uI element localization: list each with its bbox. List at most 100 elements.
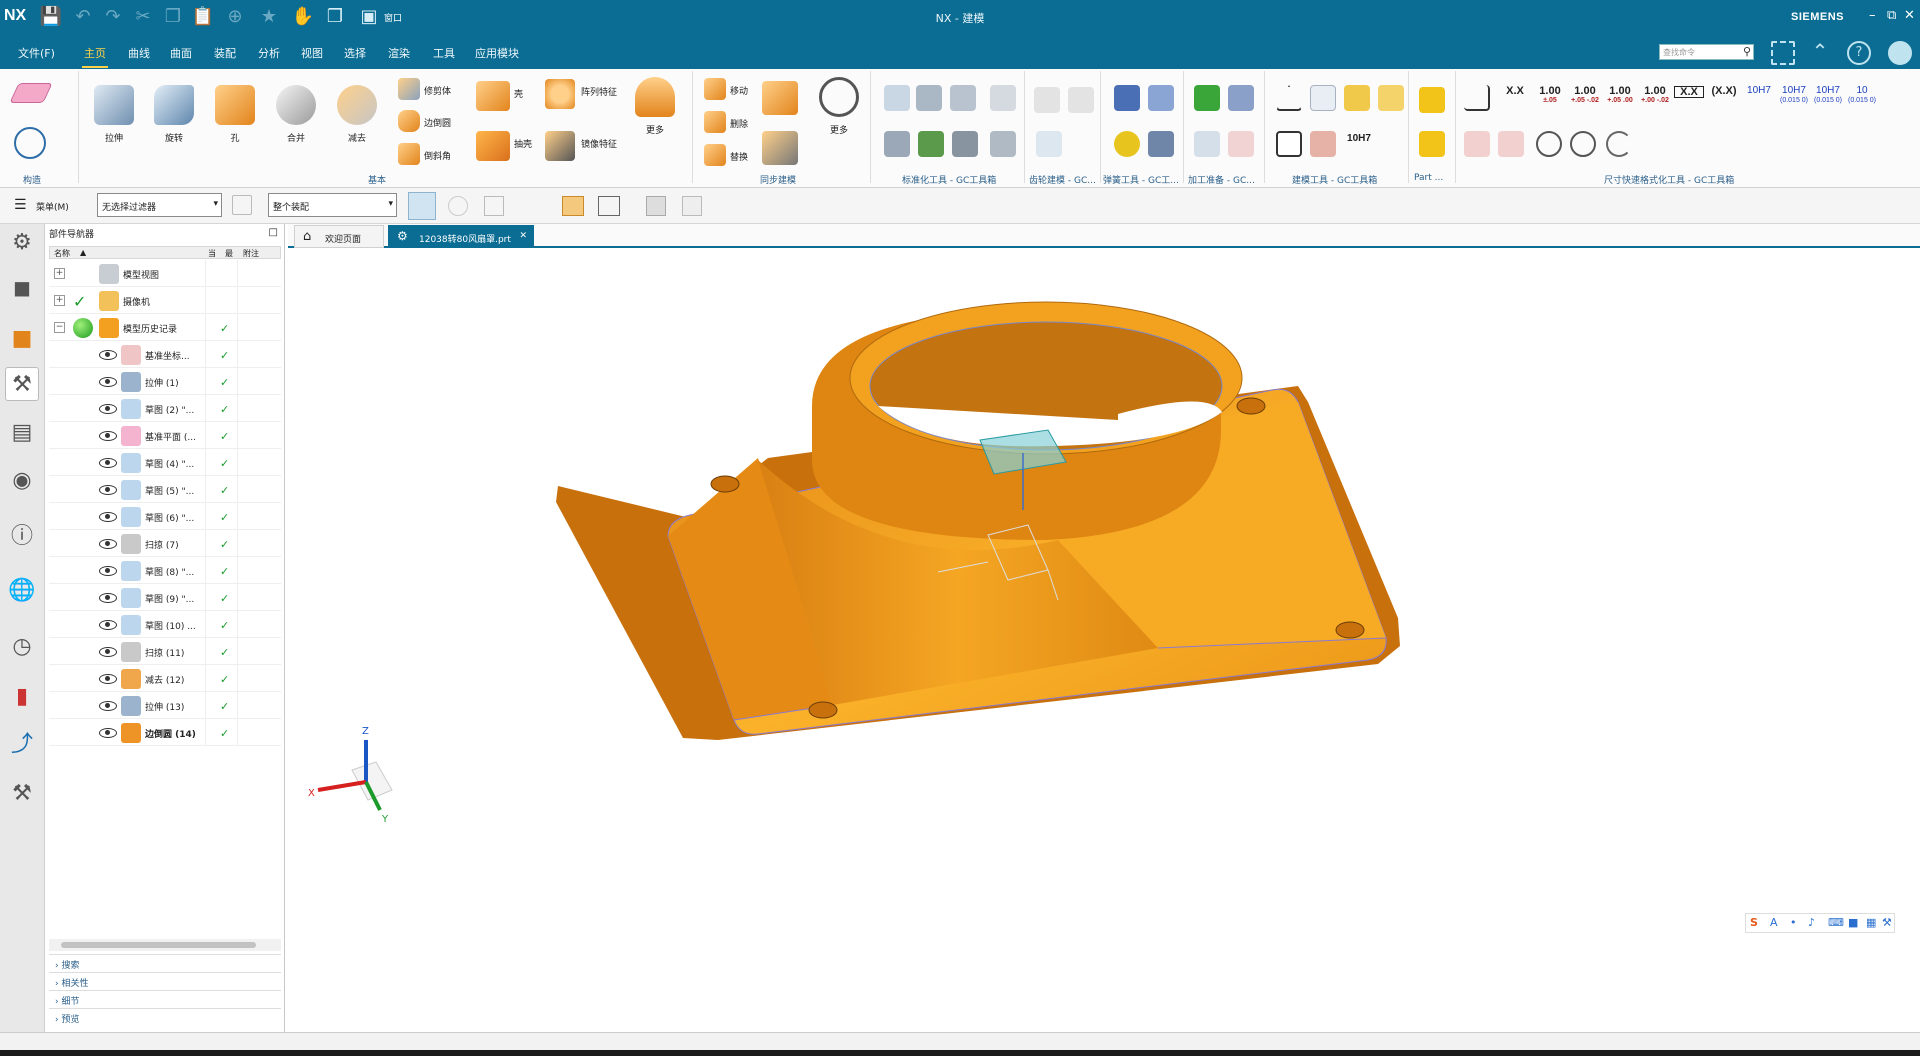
ime-tools-icon[interactable]: ⚒ [1882, 916, 1892, 929]
table-icon[interactable] [1310, 85, 1336, 111]
tree-row-subtract[interactable]: ✓ 减去 (12) [49, 665, 281, 692]
fullscreen-icon[interactable] [1771, 41, 1795, 65]
ime-punct-icon[interactable]: • [1790, 916, 1797, 929]
visibility-eye-icon[interactable] [99, 539, 117, 549]
visibility-eye-icon[interactable] [99, 593, 117, 603]
visibility-eye-icon[interactable] [99, 431, 117, 441]
basic-more-button[interactable]: 更多 [632, 77, 678, 137]
menu-home[interactable]: 主页 [82, 45, 108, 68]
section-search[interactable]: › 搜索 [49, 954, 281, 971]
help-icon[interactable]: ? [1847, 41, 1871, 65]
dimension-arrow-icon[interactable] [1310, 131, 1336, 157]
std-tool-icon-3[interactable] [950, 85, 976, 111]
settings-gear-icon[interactable]: ⚙ [5, 226, 39, 260]
visibility-eye-icon[interactable] [99, 647, 117, 657]
snap-point-icon[interactable] [598, 196, 620, 216]
scroll-thumb[interactable] [61, 942, 256, 948]
reset-icon[interactable] [1606, 131, 1632, 157]
tree-row-sketch[interactable]: ✓ 草图 (6) "... [49, 503, 281, 530]
dim-format-2[interactable]: 1.00 +.05 -.02 [1569, 86, 1601, 106]
dim-format-0[interactable]: X.X [1500, 86, 1530, 97]
select-feature-icon[interactable] [448, 196, 468, 216]
part-icon-2[interactable] [1419, 131, 1445, 157]
dim-format-4[interactable]: 1.00 +.00 -.02 [1639, 86, 1671, 106]
tools-icon[interactable]: ⚒ [5, 777, 39, 811]
menu-file[interactable]: 文件(F) [18, 45, 55, 61]
layers-icon[interactable] [916, 85, 942, 111]
offset-region-icon[interactable] [762, 81, 798, 115]
tab-part-file[interactable]: ⚙ 12038转80风扇罩.prt ✕ [388, 225, 534, 248]
tree-row-history[interactable]: − ✓ 模型历史记录 [49, 314, 281, 341]
tree-row-sketch[interactable]: ✓ 草图 (8) "... [49, 557, 281, 584]
navigator-hscrollbar[interactable] [49, 939, 281, 951]
collapse-ribbon-icon[interactable]: ⌃ [1808, 41, 1832, 65]
datum-plane-icon[interactable] [9, 83, 53, 103]
ordinate-dim-icon[interactable] [1464, 85, 1490, 111]
ime-grid-icon[interactable]: ▦ [1866, 916, 1876, 929]
menu-curve[interactable]: 曲线 [128, 45, 150, 61]
col-name[interactable]: 名称 [54, 248, 70, 259]
menu-surface[interactable]: 曲面 [170, 45, 192, 61]
selection-filter-dropdown[interactable]: 无选择过滤器 [97, 193, 222, 217]
visibility-eye-icon[interactable] [99, 377, 117, 387]
grid-table-icon[interactable] [1194, 131, 1220, 157]
revolve-button[interactable]: 旋转 [151, 85, 197, 145]
assembly-navigator-icon[interactable]: ◼ [5, 272, 39, 306]
tag-icon[interactable] [990, 85, 1016, 111]
menu-tools[interactable]: 工具 [433, 45, 455, 61]
col-current[interactable]: 当 [208, 248, 216, 259]
dim-red-icon-2[interactable] [1498, 131, 1524, 157]
settings-modeling-icon[interactable] [1378, 85, 1404, 111]
history-clock-icon[interactable]: ◷ [5, 630, 39, 664]
tree-row-sketch[interactable]: ✓ 草图 (5) "... [49, 476, 281, 503]
gear-curve-icon[interactable] [1034, 87, 1060, 113]
ime-toolbar[interactable]: S A • ♪ ⌨ ■ ▦ ⚒ [1745, 913, 1895, 933]
panel-maximize-icon[interactable]: □ [269, 227, 278, 238]
wireframe-icon[interactable] [682, 196, 702, 216]
ime-keyboard-icon[interactable]: ⌨ [1828, 916, 1844, 929]
selection-scope-dropdown[interactable]: 整个装配 [268, 193, 397, 217]
std-tool-icon-1[interactable] [884, 85, 910, 111]
visibility-eye-icon[interactable] [99, 701, 117, 711]
sync-more-button[interactable]: 更多 [816, 77, 862, 137]
dim-format-10[interactable]: 10 (0.015 0) [1844, 86, 1880, 106]
part-icon[interactable] [1419, 87, 1445, 113]
view-cube-icon[interactable] [646, 196, 666, 216]
ime-skin-icon[interactable]: ■ [1848, 916, 1858, 929]
visibility-eye-icon[interactable] [99, 566, 117, 576]
tree-row-sketch[interactable]: ✓ 草图 (9) "... [49, 584, 281, 611]
info-icon[interactable]: ⓘ [5, 520, 39, 554]
tree-row-datum-plane[interactable]: ✓ 基准平面 (... [49, 422, 281, 449]
ime-logo-icon[interactable]: S [1750, 916, 1758, 929]
close-icon[interactable]: ✕ [1904, 8, 1915, 23]
gear-tool-label[interactable]: 10H7 [1342, 134, 1376, 144]
section-preview[interactable]: › 预览 [49, 1008, 281, 1025]
dim-format-5[interactable]: X.X [1674, 86, 1704, 98]
tab-welcome[interactable]: ⌂ 欢迎页面 [294, 225, 384, 248]
filter-funnel-icon[interactable] [232, 195, 252, 215]
diameter-icon-2[interactable] [1570, 131, 1596, 157]
hd3d-tools-icon[interactable]: ◉ [5, 464, 39, 498]
ime-mic-icon[interactable]: ♪ [1808, 916, 1815, 929]
dim-format-9[interactable]: 10H7 (0.015 0) [1810, 86, 1846, 106]
tree-row-extrude[interactable]: ✓ 拉伸 (1) [49, 368, 281, 395]
col-notes[interactable]: 附注 [243, 248, 259, 259]
draft-face-icon[interactable] [762, 131, 798, 165]
spring-coil-icon[interactable] [1114, 131, 1140, 157]
hole-button[interactable]: 孔 [212, 85, 258, 145]
annotation-icon[interactable] [1344, 85, 1370, 111]
web-browser-icon[interactable]: 🌐 [5, 574, 39, 608]
std-tool-icon-7[interactable] [952, 131, 978, 157]
model-view[interactable]: Z X Y [288, 250, 1920, 1032]
dim-format-6[interactable]: (X.X) [1708, 86, 1740, 97]
menu-assembly[interactable]: 装配 [214, 45, 236, 61]
visible-check-icon[interactable]: ✓ [73, 292, 86, 311]
sketch-icon[interactable] [14, 127, 46, 159]
unite-button[interactable]: 合并 [273, 85, 319, 145]
triangle-icon[interactable] [1276, 85, 1302, 111]
collapse-icon[interactable]: − [54, 322, 65, 333]
col-latest[interactable]: 最 [225, 248, 233, 259]
frame-icon[interactable] [1276, 131, 1302, 157]
visibility-eye-icon[interactable] [99, 458, 117, 468]
std-tool-icon-8[interactable] [990, 131, 1016, 157]
